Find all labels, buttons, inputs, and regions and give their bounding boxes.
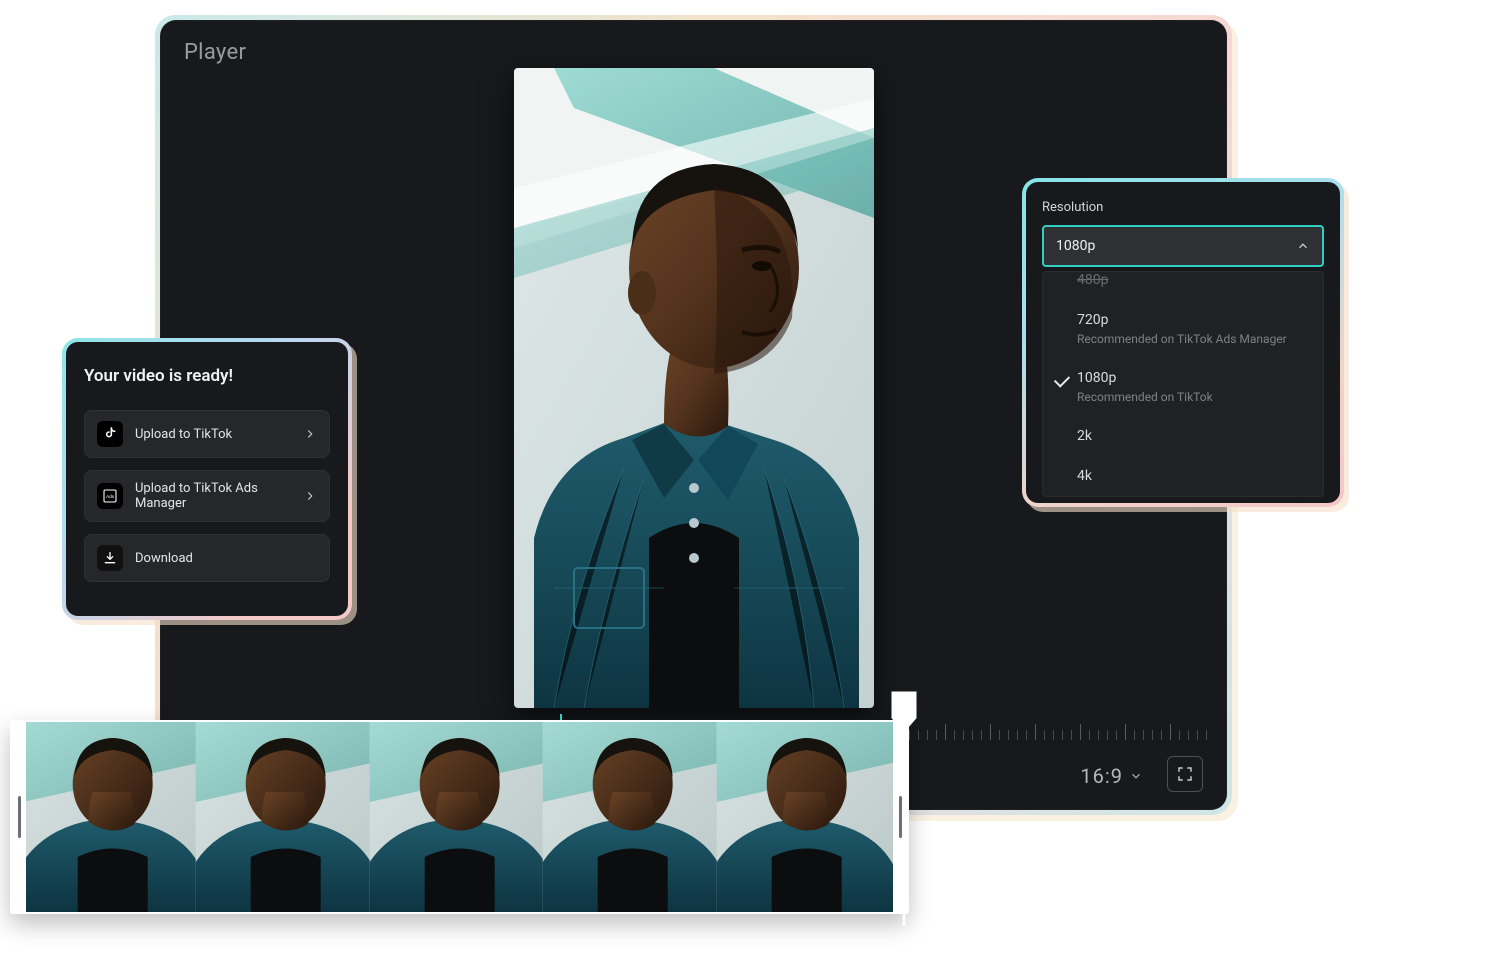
svg-text:Ads: Ads — [106, 494, 115, 499]
timeline-clip[interactable] — [10, 720, 909, 914]
timeline-frames — [26, 722, 893, 912]
download-label: Download — [135, 551, 317, 566]
resolution-option-480p[interactable]: 480p — [1043, 272, 1323, 300]
preview-image — [514, 68, 874, 708]
resolution-option-720p[interactable]: 720p Recommended on TikTok Ads Manager — [1043, 300, 1323, 358]
resolution-select[interactable]: 1080p — [1042, 225, 1324, 267]
timeline-thumbnail — [546, 722, 719, 912]
fullscreen-button[interactable] — [1167, 756, 1203, 792]
upload-to-ads-label: Upload to TikTok Ads Manager — [135, 481, 291, 511]
export-title: Your video is ready! — [84, 366, 330, 386]
fullscreen-icon — [1176, 765, 1194, 783]
resolution-label: Resolution — [1042, 200, 1324, 215]
player-title: Player — [184, 40, 246, 65]
timeline-thumbnail — [373, 722, 546, 912]
resolution-selected-value: 1080p — [1056, 238, 1095, 254]
upload-to-ads-manager-button[interactable]: Ads Upload to TikTok Ads Manager — [84, 470, 330, 522]
chevron-down-icon — [1129, 769, 1143, 783]
chevron-right-icon — [303, 489, 317, 503]
upload-to-tiktok-label: Upload to TikTok — [135, 427, 291, 442]
resolution-option-list: 480p 720p Recommended on TikTok Ads Mana… — [1042, 271, 1324, 497]
clip-handle-right[interactable] — [893, 722, 907, 912]
download-button[interactable]: Download — [84, 534, 330, 582]
export-panel: Your video is ready! Upload to TikTok Ad… — [66, 342, 348, 616]
timeline-thumbnail — [26, 722, 199, 912]
clip-handle-left[interactable] — [12, 722, 26, 912]
chevron-up-icon — [1296, 239, 1310, 253]
tiktok-ads-icon: Ads — [97, 483, 123, 509]
resolution-popover-card: Resolution 1080p 480p 720p Recommended o… — [1022, 178, 1344, 507]
aspect-ratio-button[interactable]: 16:9 — [1080, 764, 1143, 788]
timeline-thumbnail — [720, 722, 893, 912]
resolution-option-1080p[interactable]: 1080p Recommended on TikTok — [1043, 358, 1323, 416]
resolution-popover: Resolution 1080p 480p 720p Recommended o… — [1026, 182, 1340, 503]
video-preview[interactable] — [514, 68, 874, 708]
chevron-right-icon — [303, 427, 317, 441]
upload-to-tiktok-button[interactable]: Upload to TikTok — [84, 410, 330, 458]
resolution-option-2k[interactable]: 2k — [1043, 416, 1323, 456]
aspect-ratio-label: 16:9 — [1080, 764, 1123, 788]
tiktok-icon — [97, 421, 123, 447]
export-panel-card: Your video is ready! Upload to TikTok Ad… — [62, 338, 352, 620]
timeline-thumbnail — [199, 722, 372, 912]
resolution-option-4k[interactable]: 4k — [1043, 456, 1323, 496]
download-icon — [97, 545, 123, 571]
